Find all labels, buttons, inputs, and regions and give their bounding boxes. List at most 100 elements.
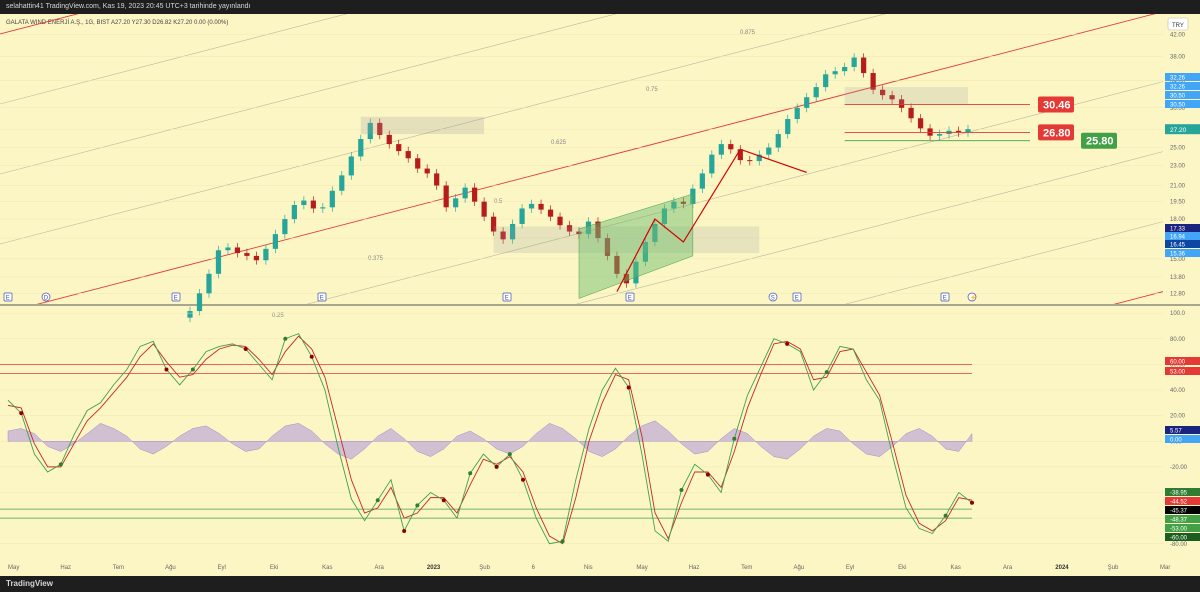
candle-body[interactable]	[282, 219, 288, 235]
tradingview-logo[interactable]: TradingView	[6, 576, 53, 592]
candle-body[interactable]	[785, 119, 791, 135]
candle-body[interactable]	[272, 234, 278, 249]
candle-body[interactable]	[908, 107, 914, 119]
candle-body[interactable]	[206, 273, 212, 294]
cross-marker[interactable]	[190, 367, 195, 372]
candle-body[interactable]	[253, 255, 260, 261]
cross-marker[interactable]	[494, 464, 499, 469]
candle-body[interactable]	[187, 311, 193, 318]
time-tick-label: May	[636, 565, 647, 571]
cross-marker[interactable]	[375, 498, 380, 503]
candle-body[interactable]	[244, 253, 250, 256]
candle-body[interactable]	[329, 190, 335, 208]
candle-body[interactable]	[453, 198, 459, 208]
cross-marker[interactable]	[626, 385, 631, 390]
osc-badge-label: -38.95	[1170, 491, 1188, 497]
candle-body[interactable]	[823, 74, 829, 88]
event-marker-label: E	[320, 296, 324, 302]
candle-body[interactable]	[965, 129, 971, 133]
candle-body[interactable]	[405, 151, 411, 159]
candle-body[interactable]	[348, 156, 354, 176]
cross-marker[interactable]	[507, 452, 512, 457]
candle-body[interactable]	[547, 209, 554, 217]
candle-body[interactable]	[196, 293, 203, 312]
candle-body[interactable]	[737, 149, 743, 161]
candle-body[interactable]	[396, 144, 402, 152]
candle-body[interactable]	[263, 248, 269, 261]
candle-body[interactable]	[415, 158, 421, 169]
candle-body[interactable]	[851, 57, 857, 67]
candle-body[interactable]	[775, 134, 781, 148]
candle-body[interactable]	[310, 200, 316, 209]
cross-marker[interactable]	[943, 513, 948, 518]
osc-tick-label: -20.00	[1170, 465, 1188, 471]
cross-marker[interactable]	[415, 503, 420, 508]
candle-body[interactable]	[538, 203, 544, 210]
candle-body[interactable]	[215, 250, 222, 274]
candle-body[interactable]	[699, 173, 705, 189]
candle-body[interactable]	[519, 208, 525, 224]
candle-body[interactable]	[481, 201, 487, 217]
candle-body[interactable]	[443, 185, 449, 208]
osc-badge-label: 5.57	[1170, 429, 1182, 435]
candle-body[interactable]	[794, 107, 800, 120]
cross-marker[interactable]	[824, 370, 829, 375]
scale-badge-label: 15.36	[1170, 252, 1186, 258]
key-level-label: 30.46	[1043, 100, 1071, 112]
price-tick-label: 18.00	[1170, 217, 1186, 223]
cross-marker[interactable]	[468, 471, 473, 476]
candle-body[interactable]	[936, 134, 943, 136]
chart-canvas[interactable]: GALATA WIND ENERJİ A.Ş., 1G, BIST A27.20…	[0, 14, 1200, 576]
cross-marker[interactable]	[732, 436, 737, 441]
candle-body[interactable]	[386, 134, 392, 145]
event-marker-label: S	[771, 296, 775, 302]
candle-body[interactable]	[301, 200, 307, 206]
upper-zone[interactable]	[844, 87, 968, 105]
cross-marker[interactable]	[785, 341, 790, 346]
candle-body[interactable]	[234, 247, 241, 254]
candle-body[interactable]	[424, 168, 430, 174]
cross-marker[interactable]	[309, 354, 314, 359]
candle-body[interactable]	[709, 154, 715, 174]
candle-body[interactable]	[528, 203, 535, 209]
candle-body[interactable]	[861, 57, 867, 74]
candle-body[interactable]	[813, 87, 819, 98]
candle-body[interactable]	[472, 187, 478, 202]
candle-body[interactable]	[358, 139, 364, 157]
cross-marker[interactable]	[164, 367, 169, 372]
cross-marker[interactable]	[705, 472, 710, 477]
candle-body[interactable]	[917, 118, 924, 129]
event-marker-label: E	[943, 296, 947, 302]
cross-marker[interactable]	[560, 539, 565, 544]
cross-marker[interactable]	[58, 462, 63, 467]
candle-body[interactable]	[832, 71, 838, 75]
candle-body[interactable]	[804, 97, 810, 108]
candle-body[interactable]	[842, 66, 848, 72]
cross-marker[interactable]	[441, 498, 446, 503]
cross-marker[interactable]	[970, 500, 974, 505]
candle-body[interactable]	[291, 205, 297, 220]
candle-body[interactable]	[225, 247, 231, 251]
candle-body[interactable]	[557, 216, 563, 226]
candle-body[interactable]	[766, 147, 772, 155]
candle-body[interactable]	[339, 175, 345, 191]
cross-marker[interactable]	[679, 487, 684, 492]
price-tick-label: 21.00	[1170, 184, 1186, 190]
candle-body[interactable]	[718, 144, 724, 155]
fib-level-label: 0.5	[494, 199, 503, 205]
cross-marker[interactable]	[402, 528, 407, 533]
time-tick-label: Ağu	[165, 565, 176, 571]
price-tick-label: 23.00	[1170, 164, 1186, 170]
resistance-zone[interactable]	[360, 116, 485, 135]
cross-marker[interactable]	[521, 477, 526, 482]
cross-marker[interactable]	[19, 411, 24, 416]
cross-marker[interactable]	[243, 347, 248, 351]
candle-body[interactable]	[728, 144, 734, 150]
candle-body[interactable]	[747, 160, 753, 162]
time-tick-label: May	[8, 565, 19, 571]
candle-body[interactable]	[462, 187, 468, 199]
cross-marker[interactable]	[283, 336, 288, 341]
candle-body[interactable]	[434, 173, 440, 186]
candle-body[interactable]	[320, 207, 326, 209]
time-tick-label: 2023	[427, 565, 441, 571]
